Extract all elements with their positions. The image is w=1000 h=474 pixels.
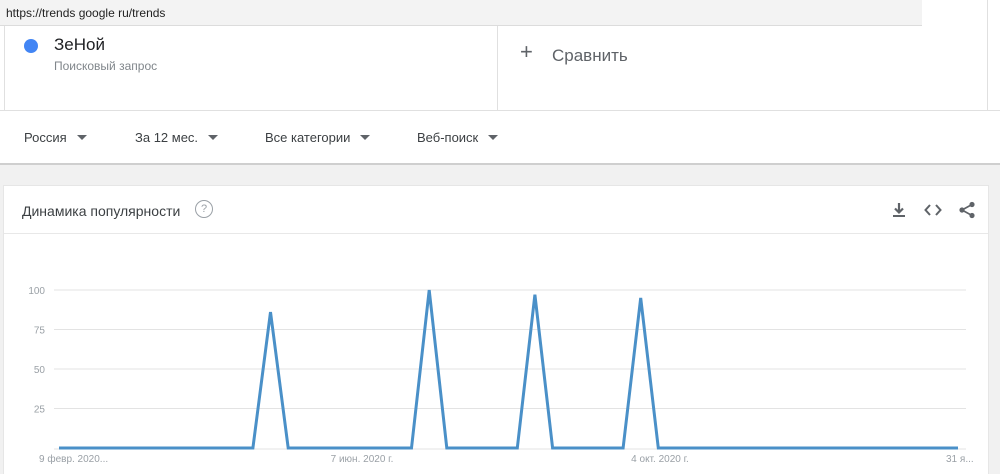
term-type-label: Поисковый запрос: [54, 59, 158, 73]
data-point[interactable]: [180, 446, 184, 450]
compare-label: Сравнить: [552, 46, 628, 65]
x-tick-label: 7 июн. 2020 г.: [331, 454, 394, 465]
time-range-filter-label: За 12 мес.: [135, 130, 199, 145]
data-point[interactable]: [692, 446, 696, 450]
x-tick-label: 9 февр. 2020...: [39, 453, 108, 465]
search-type-filter-label: Веб-поиск: [417, 130, 479, 145]
dropdown-caret-icon: [488, 135, 499, 141]
data-point[interactable]: [551, 446, 555, 450]
region-filter-label: Россия: [24, 130, 67, 145]
data-point[interactable]: [110, 446, 114, 450]
data-point[interactable]: [410, 446, 414, 450]
y-tick-label: 100: [28, 286, 45, 297]
data-point[interactable]: [815, 446, 819, 450]
plus-icon: +: [520, 39, 533, 64]
data-point[interactable]: [833, 446, 837, 450]
data-point[interactable]: [762, 446, 766, 450]
data-point[interactable]: [533, 293, 537, 297]
data-point[interactable]: [163, 446, 167, 450]
filters-bar: Россия За 12 мес. Все категории Веб-поис…: [0, 110, 1000, 165]
x-tick-label: 31 я...: [946, 454, 974, 465]
data-point[interactable]: [868, 446, 872, 450]
data-point[interactable]: [639, 296, 643, 300]
data-point[interactable]: [498, 446, 502, 450]
data-point[interactable]: [586, 446, 590, 450]
data-point[interactable]: [709, 446, 713, 450]
data-point[interactable]: [604, 446, 608, 450]
data-point[interactable]: [621, 446, 625, 450]
interest-over-time-card: Динамика популярности ? 25 50 75 100 9 февр.…: [4, 186, 988, 474]
data-point[interactable]: [198, 446, 202, 450]
data-point[interactable]: [462, 446, 466, 450]
data-point[interactable]: [145, 446, 149, 450]
data-point[interactable]: [427, 288, 431, 292]
data-point[interactable]: [392, 446, 396, 450]
data-point[interactable]: [75, 446, 79, 450]
data-point[interactable]: [886, 446, 890, 450]
data-point[interactable]: [374, 446, 378, 450]
region-filter[interactable]: Россия: [24, 130, 87, 145]
data-point[interactable]: [656, 446, 660, 450]
data-point[interactable]: [956, 446, 960, 450]
data-point[interactable]: [480, 446, 484, 450]
data-point[interactable]: [304, 446, 308, 450]
y-tick-label: 75: [34, 326, 46, 337]
data-point[interactable]: [515, 446, 519, 450]
x-tick-label: 4 окт. 2020 г.: [631, 454, 689, 465]
data-point[interactable]: [286, 446, 290, 450]
data-point[interactable]: [57, 446, 61, 450]
data-point[interactable]: [727, 446, 731, 450]
data-point[interactable]: [357, 446, 361, 450]
url-overlay: https://trends google ru/trends: [0, 0, 922, 26]
data-point[interactable]: [216, 446, 220, 450]
data-point[interactable]: [128, 446, 132, 450]
data-point[interactable]: [745, 446, 749, 450]
dropdown-caret-icon: [208, 135, 219, 141]
data-point[interactable]: [780, 446, 784, 450]
data-point[interactable]: [269, 310, 273, 314]
category-filter[interactable]: Все категории: [265, 130, 371, 145]
data-point[interactable]: [797, 446, 801, 450]
data-point[interactable]: [674, 446, 678, 450]
data-point[interactable]: [938, 446, 942, 450]
term-name[interactable]: ЗеНой: [54, 35, 105, 55]
data-point[interactable]: [903, 446, 907, 450]
data-point[interactable]: [568, 446, 572, 450]
data-point[interactable]: [445, 446, 449, 450]
data-point[interactable]: [850, 446, 854, 450]
dropdown-caret-icon: [76, 135, 87, 141]
data-point[interactable]: [92, 446, 96, 450]
data-point[interactable]: [921, 446, 925, 450]
data-point[interactable]: [251, 446, 255, 450]
y-tick-label: 25: [34, 405, 46, 416]
data-point[interactable]: [233, 446, 237, 450]
time-range-filter[interactable]: За 12 мес.: [135, 130, 219, 145]
interest-line-chart: 25 50 75 100 9 февр. 2020... 7 июн. 2020 г. 4 …: [28, 286, 974, 465]
search-type-filter[interactable]: Веб-поиск: [417, 130, 499, 145]
dropdown-caret-icon: [360, 135, 371, 141]
data-point[interactable]: [321, 446, 325, 450]
category-filter-label: Все категории: [265, 130, 351, 145]
y-tick-label: 50: [34, 365, 46, 376]
data-point[interactable]: [339, 446, 343, 450]
term-color-dot: [24, 39, 38, 53]
